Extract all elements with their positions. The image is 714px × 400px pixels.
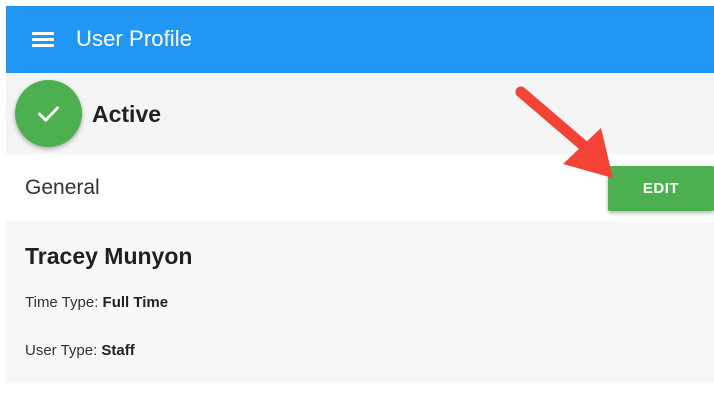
app-window: User Profile Active General EDIT Tracey … — [0, 0, 714, 400]
menu-icon[interactable] — [32, 30, 56, 50]
user-type-label: User Type: — [25, 342, 102, 359]
section-title: General — [25, 176, 100, 199]
user-type-value: Staff — [101, 342, 135, 359]
time-type-line: Time Type: Full Time — [25, 294, 168, 311]
next-section-edge — [6, 383, 714, 400]
time-type-value: Full Time — [102, 294, 169, 311]
user-type-line: User Type: Staff — [25, 342, 135, 359]
general-section-header: General EDIT — [6, 154, 714, 221]
user-name: Tracey Munyon — [25, 243, 193, 269]
status-label: Active — [92, 101, 162, 127]
edit-button[interactable]: EDIT — [608, 166, 714, 211]
check-icon — [38, 106, 59, 122]
main-content: Active General EDIT Tracey Munyon Time T… — [6, 73, 714, 400]
profile-card: Tracey Munyon Time Type: Full Time User … — [6, 221, 714, 383]
page-title: User Profile — [76, 26, 193, 51]
time-type-label: Time Type: — [25, 294, 103, 311]
status-row: Active — [6, 73, 714, 153]
app-bar: User Profile — [6, 6, 714, 73]
status-badge — [15, 80, 82, 147]
